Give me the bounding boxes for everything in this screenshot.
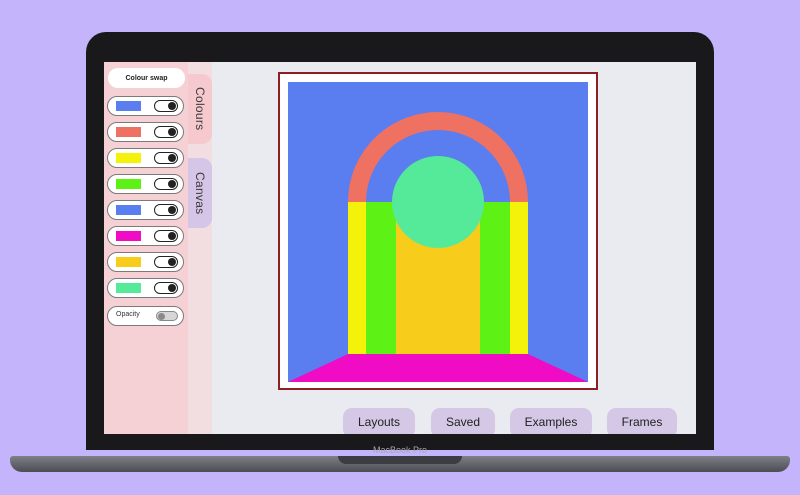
color-toggle[interactable] <box>154 178 178 190</box>
saved-button-label: Saved <box>445 415 481 429</box>
toggle-knob <box>158 313 165 320</box>
colour-swap-header[interactable]: Colour swap <box>108 68 185 88</box>
color-toggle[interactable] <box>154 152 178 164</box>
color-swatch[interactable] <box>116 127 141 137</box>
color-row-2[interactable] <box>107 122 184 142</box>
toggle-knob <box>168 206 176 214</box>
art-pillar-left-outer <box>348 202 366 354</box>
examples-button-label: Examples <box>524 415 578 429</box>
color-toggle[interactable] <box>154 126 178 138</box>
tab-colours[interactable]: Colours <box>188 74 212 144</box>
toggle-knob <box>168 180 176 188</box>
artwork-frame[interactable] <box>278 72 598 390</box>
toggle-knob <box>168 102 176 110</box>
layouts-button[interactable]: Layouts <box>343 408 415 434</box>
layouts-button-label: Layouts <box>357 415 401 429</box>
color-row-5[interactable] <box>107 200 184 220</box>
color-row-3[interactable] <box>107 148 184 168</box>
device-brand-label: MacBook Pro <box>372 445 428 455</box>
color-swatch[interactable] <box>116 231 141 241</box>
saved-button[interactable]: Saved <box>431 408 495 434</box>
laptop-notch <box>338 456 462 464</box>
color-swatch[interactable] <box>116 101 141 111</box>
color-row-6[interactable] <box>107 226 184 246</box>
examples-button[interactable]: Examples <box>510 408 592 434</box>
app-screen: Colour swap Opacity Colours Canvas Layou… <box>104 62 696 434</box>
color-row-1[interactable] <box>107 96 184 116</box>
color-toggle[interactable] <box>154 230 178 242</box>
color-toggle[interactable] <box>154 204 178 216</box>
art-pillar-right-outer <box>510 202 528 354</box>
color-toggle[interactable] <box>154 282 178 294</box>
color-toggle[interactable] <box>154 256 178 268</box>
colour-swap-panel: Colour swap Opacity <box>104 62 188 434</box>
tab-canvas-label: Canvas <box>193 171 207 215</box>
opacity-row[interactable]: Opacity <box>107 306 184 326</box>
color-row-4[interactable] <box>107 174 184 194</box>
art-orb <box>392 156 484 248</box>
art-pillar-left-inner <box>366 202 396 354</box>
tab-canvas[interactable]: Canvas <box>188 158 212 228</box>
color-swatch[interactable] <box>116 153 141 163</box>
colour-swap-label: Colour swap <box>125 74 168 82</box>
frames-button-label: Frames <box>621 415 663 429</box>
tab-colours-label: Colours <box>193 87 207 131</box>
toggle-knob <box>168 128 176 136</box>
opacity-label: Opacity <box>116 311 140 318</box>
toggle-knob <box>168 232 176 240</box>
frames-button[interactable]: Frames <box>607 408 677 434</box>
art-pillar-right-inner <box>480 202 510 354</box>
color-toggle[interactable] <box>154 100 178 112</box>
color-swatch[interactable] <box>116 179 141 189</box>
color-swatch[interactable] <box>116 257 141 267</box>
toggle-knob <box>168 258 176 266</box>
color-swatch[interactable] <box>116 205 141 215</box>
toggle-knob <box>168 154 176 162</box>
toggle-knob <box>168 284 176 292</box>
opacity-toggle[interactable] <box>156 311 178 321</box>
color-row-7[interactable] <box>107 252 184 272</box>
color-row-8[interactable] <box>107 278 184 298</box>
artwork-canvas[interactable] <box>288 82 588 382</box>
color-swatch[interactable] <box>116 283 141 293</box>
